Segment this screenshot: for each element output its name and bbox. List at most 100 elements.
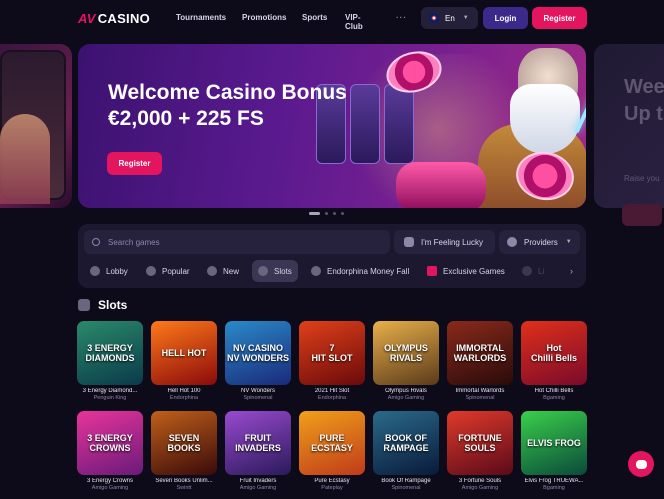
carousel-dot[interactable] — [325, 212, 328, 215]
game-card[interactable]: OLYMPUS RIVALS Olympus Rivals Amigo Gaming — [373, 321, 439, 401]
slots-icon — [258, 266, 268, 276]
banner-next-button[interactable] — [622, 204, 662, 226]
tab-live[interactable]: Li — [516, 260, 550, 282]
game-card[interactable]: SEVEN BOOKS Seven Books Unlim... Swintt — [151, 411, 217, 491]
banner-register-button[interactable]: Register — [107, 152, 162, 175]
language-selector[interactable]: En ▼ — [421, 7, 478, 29]
game-name: Fruit Invaders — [239, 478, 277, 484]
providers-icon — [507, 237, 517, 247]
game-card[interactable]: 3 ENERGY CROWNS 3 Energy Crowns Amigo Gami… — [77, 411, 143, 491]
game-provider: Swintt — [176, 485, 192, 491]
search-input[interactable]: Search games — [84, 230, 390, 254]
game-provider: Amigo Gaming — [387, 395, 425, 401]
feeling-lucky-label: I'm Feeling Lucky — [421, 237, 483, 247]
tab-lobby[interactable]: Lobby — [84, 260, 134, 282]
nav-tournaments[interactable]: Tournaments — [176, 13, 226, 22]
game-thumbnail[interactable]: 3 ENERGY CROWNS — [77, 411, 143, 475]
game-name: 2021 Hit Slot — [314, 388, 350, 394]
top-header: AV CASINO Tournaments Promotions Sports … — [0, 0, 664, 36]
chat-button[interactable] — [628, 451, 654, 477]
banner-subtitle: €2,000 + 225 FS — [108, 107, 264, 130]
banner-previous[interactable] — [0, 44, 72, 208]
logo-mark: AV — [78, 11, 96, 26]
carousel-dot[interactable] — [333, 212, 336, 215]
game-card[interactable]: HELL HOT Hell Hot 100 Endorphina — [151, 321, 217, 401]
nav-more-icon[interactable]: ··· — [396, 13, 407, 22]
search-placeholder: Search games — [108, 237, 160, 247]
game-provider: Amigo Gaming — [91, 485, 129, 491]
tab-exclusive-games[interactable]: Exclusive Games — [421, 260, 511, 282]
banner-next[interactable]: Wee Up t Raise you — [594, 44, 664, 226]
game-name: Immortal Warlords — [455, 388, 505, 394]
game-thumbnail[interactable]: Hot Chilli Bells — [521, 321, 587, 385]
chevron-down-icon: ▼ — [462, 15, 469, 21]
nav-vip-club[interactable]: VIP-Club — [345, 13, 363, 31]
tab-label: Popular — [162, 266, 190, 276]
category-tabs: Lobby Popular New Slots Endorphina Money… — [78, 258, 586, 284]
game-card[interactable]: NV CASINO NV WONDERS NV Wonders Spinomenal — [225, 321, 291, 401]
av-logo-icon — [427, 266, 437, 276]
game-thumbnail[interactable]: PURE ECSTASY — [299, 411, 365, 475]
game-card[interactable]: Hot Chilli Bells Hot Chilli Bells Bgaming — [521, 321, 587, 401]
game-thumbnail[interactable]: BOOK OF RAMPAGE — [373, 411, 439, 475]
slot-reel-image — [396, 162, 486, 208]
carousel-dot[interactable] — [309, 212, 320, 215]
game-provider: Pateplay — [321, 485, 343, 491]
game-provider: Spinomenal — [243, 395, 273, 401]
feeling-lucky-button[interactable]: I'm Feeling Lucky — [394, 230, 495, 254]
tab-label: Lobby — [106, 266, 128, 276]
game-name: 3 Fortune Souls — [458, 478, 502, 484]
game-card[interactable]: PURE ECSTASY Pure Ecstasy Pateplay — [299, 411, 365, 491]
banner-title: Welcome Casino Bonus — [108, 81, 347, 104]
game-thumbnail[interactable]: FORTUNE SOULS — [447, 411, 513, 475]
game-card[interactable]: ELVIS FROG Elvis Frog TRUEWA... Bgaming — [521, 411, 587, 491]
register-button[interactable]: Register — [532, 7, 587, 29]
logo-text: CASINO — [97, 11, 151, 26]
game-provider: Amigo Gaming — [461, 485, 499, 491]
game-thumbnail[interactable]: SEVEN BOOKS — [151, 411, 217, 475]
game-thumbnail[interactable]: NV CASINO NV WONDERS — [225, 321, 291, 385]
game-provider: Amigo Gaming — [239, 485, 277, 491]
chat-icon — [635, 459, 647, 469]
nav-sports[interactable]: Sports — [302, 13, 327, 22]
heart-icon — [146, 266, 156, 276]
tab-popular[interactable]: Popular — [140, 260, 196, 282]
game-card[interactable]: 7 HIT SLOT 2021 Hit Slot Endorphina — [299, 321, 365, 401]
game-thumbnail[interactable]: ELVIS FROG — [521, 411, 587, 475]
banner-next-title: Wee Up t — [624, 76, 664, 125]
game-provider: Bgaming — [543, 395, 565, 401]
carousel-dot[interactable] — [341, 212, 344, 215]
chevron-down-icon: ▼ — [565, 239, 572, 245]
game-provider: Spinomenal — [391, 485, 421, 491]
zeus-beard-image — [510, 84, 580, 154]
game-thumbnail[interactable]: FRUIT INVADERS — [225, 411, 291, 475]
tab-new[interactable]: New — [201, 260, 245, 282]
game-card[interactable]: BOOK OF RAMPAGE Book Of Rampage Spinomenal — [373, 411, 439, 491]
nav-promotions[interactable]: Promotions — [242, 13, 286, 22]
chevron-right-icon[interactable]: › — [570, 266, 573, 276]
game-provider: Penguin King — [93, 395, 127, 401]
game-card[interactable]: IMMORTAL WARLORDS Immortal Warlords Spinom… — [447, 321, 513, 401]
login-button[interactable]: Login — [483, 7, 528, 29]
person-image — [0, 114, 50, 204]
section-title-text: Slots — [98, 298, 128, 312]
carousel-dots — [309, 212, 344, 215]
game-card[interactable]: FRUIT INVADERS Fruit Invaders Amigo Gaming — [225, 411, 291, 491]
game-card[interactable]: 3 ENERGY DIAMONDS 3 Energy Diamond... Peng… — [77, 321, 143, 401]
tab-slots[interactable]: Slots — [252, 260, 298, 282]
game-provider: Endorphina — [317, 395, 347, 401]
game-thumbnail[interactable]: 7 HIT SLOT — [299, 321, 365, 385]
game-thumbnail[interactable]: IMMORTAL WARLORDS — [447, 321, 513, 385]
game-thumbnail[interactable]: HELL HOT — [151, 321, 217, 385]
game-name: 3 Energy Diamond... — [82, 388, 138, 394]
game-thumbnail[interactable]: OLYMPUS RIVALS — [373, 321, 439, 385]
language-label: En — [445, 13, 455, 23]
logo[interactable]: AV CASINO — [78, 11, 150, 26]
tab-label: Slots — [274, 266, 292, 276]
game-card[interactable]: FORTUNE SOULS 3 Fortune Souls Amigo Gaming — [447, 411, 513, 491]
game-name: Elvis Frog TRUEWA... — [524, 478, 584, 484]
game-thumbnail[interactable]: 3 ENERGY DIAMONDS — [77, 321, 143, 385]
game-name: Olympus Rivals — [385, 388, 427, 394]
tab-endorphina-money-fall[interactable]: Endorphina Money Fall — [305, 260, 415, 282]
providers-dropdown[interactable]: Providers ▼ — [499, 230, 580, 254]
